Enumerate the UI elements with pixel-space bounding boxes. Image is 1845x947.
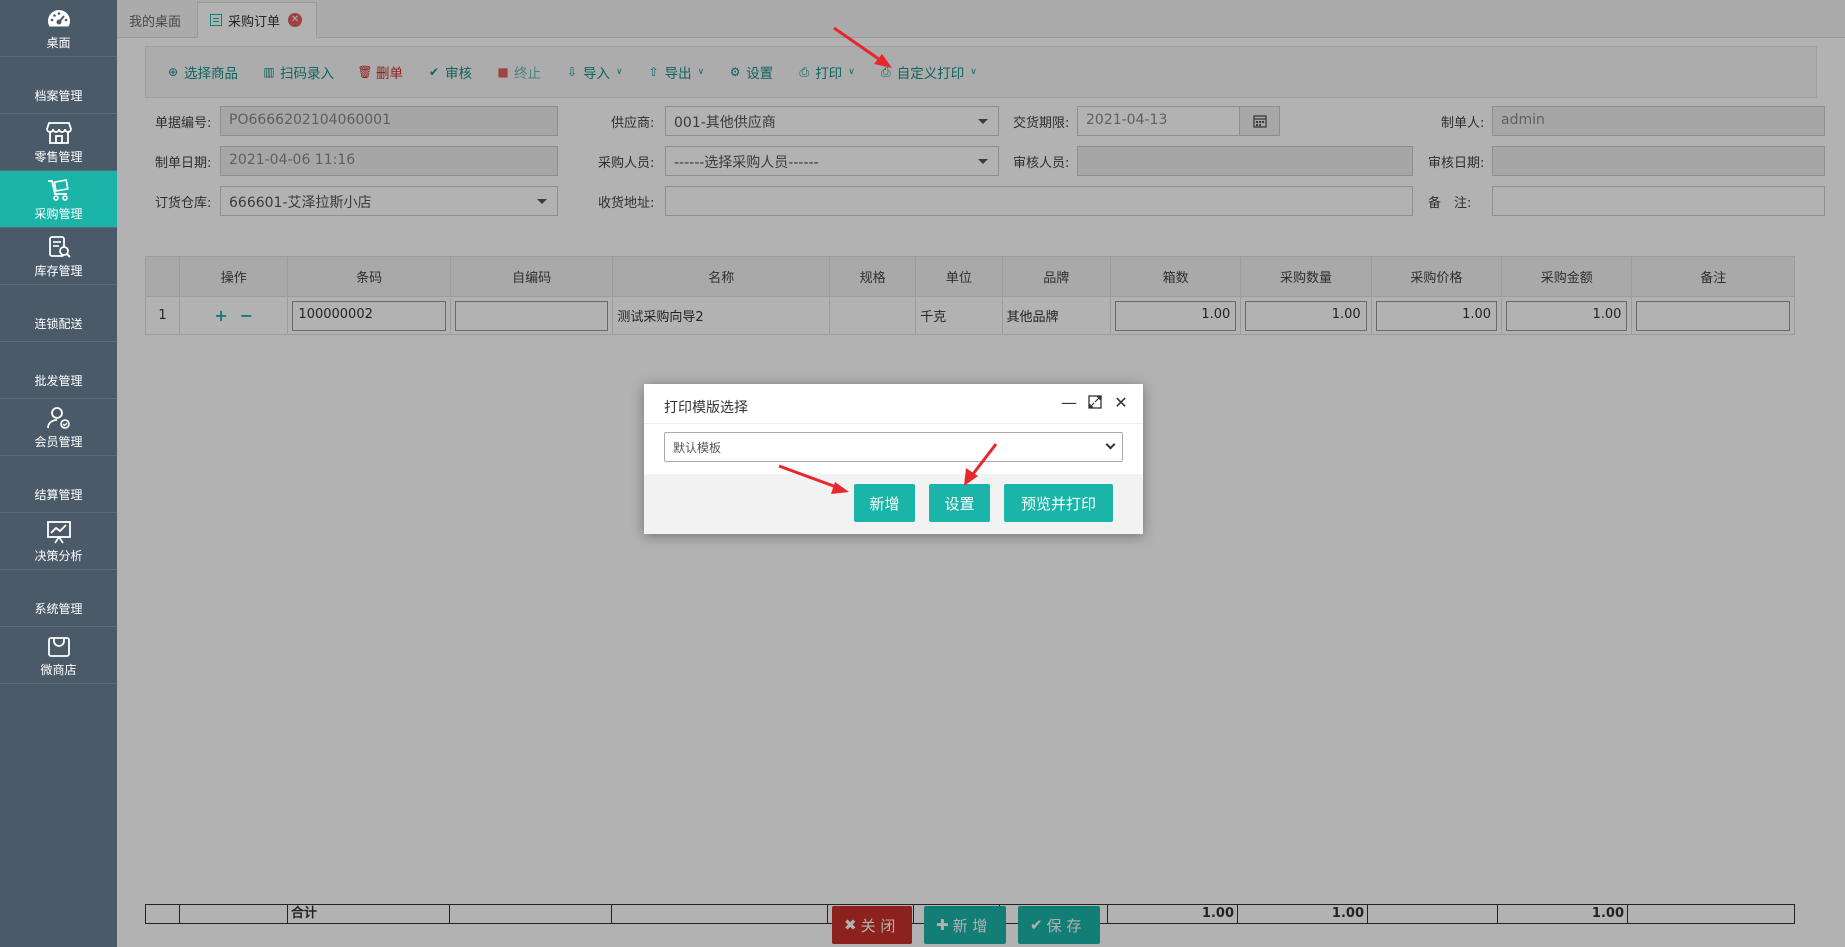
member-icon [45,405,73,431]
sidebar-item-member[interactable]: 会员管理 [0,399,117,456]
sidebar-label: 批发管理 [34,374,83,388]
template-select[interactable]: 默认模板 [664,432,1123,462]
new-template-button[interactable]: 新增 [854,484,915,522]
sidebar-label: 会员管理 [34,434,83,449]
sidebar-label: 桌面 [46,35,71,50]
annotation-arrow-icon [778,464,849,494]
chart-icon [45,519,73,545]
sidebar-item-purchase[interactable]: 采购管理 [0,171,123,228]
sidebar-item-microshop[interactable]: 微商店 [0,627,117,684]
sidebar-item-retail[interactable]: 零售管理 [0,114,117,171]
print-template-dialog: 打印模版选择 — ✕ 默认模板 新增 设置 预览并打印 [644,384,1143,534]
chevron-down-icon [1105,439,1116,450]
sidebar-label: 采购管理 [34,206,83,221]
sidebar-item-inventory[interactable]: 库存管理 [0,228,117,285]
dialog-footer: 新增 设置 预览并打印 [644,474,1143,534]
inventory-icon [45,234,73,260]
sidebar-item-archive[interactable]: 档案管理 [0,57,117,114]
maximize-icon[interactable] [1087,394,1103,410]
shop-bag-icon [45,633,73,659]
sidebar-label: 系统管理 [34,602,83,616]
sidebar: 桌面 档案管理 零售管理 采购管理 库存管理 连锁配送 批发管理 会员管理 结算… [0,0,123,947]
sidebar-label: 档案管理 [34,89,83,103]
sidebar-item-settlement[interactable]: 结算管理 [0,456,117,513]
sidebar-label: 库存管理 [34,263,83,278]
sidebar-label: 微商店 [40,662,77,677]
dashboard-icon [45,6,73,32]
close-icon[interactable]: ✕ [1113,393,1129,412]
annotation-arrow-icon [964,443,998,486]
sidebar-item-desktop[interactable]: 桌面 [0,0,117,57]
sidebar-item-system[interactable]: 系统管理 [0,570,117,627]
dialog-title: 打印模版选择 [664,400,748,416]
template-value: 默认模板 [673,441,722,455]
sidebar-label: 零售管理 [34,149,83,164]
sidebar-label: 连锁配送 [34,317,83,331]
sidebar-item-chain[interactable]: 连锁配送 [0,285,117,342]
preview-print-button[interactable]: 预览并打印 [1004,484,1113,522]
dialog-body: 默认模板 [644,424,1143,474]
sidebar-item-analysis[interactable]: 决策分析 [0,513,117,570]
cart-icon [45,177,73,203]
sidebar-label: 结算管理 [34,488,83,502]
dialog-controls: — ✕ [1061,393,1129,412]
sidebar-item-wholesale[interactable]: 批发管理 [0,342,117,399]
minimize-icon[interactable]: — [1061,393,1077,412]
annotation-arrow-icon [833,26,892,68]
store-icon [45,120,73,146]
dialog-titlebar: 打印模版选择 — ✕ [644,384,1143,424]
sidebar-label: 决策分析 [34,548,83,563]
